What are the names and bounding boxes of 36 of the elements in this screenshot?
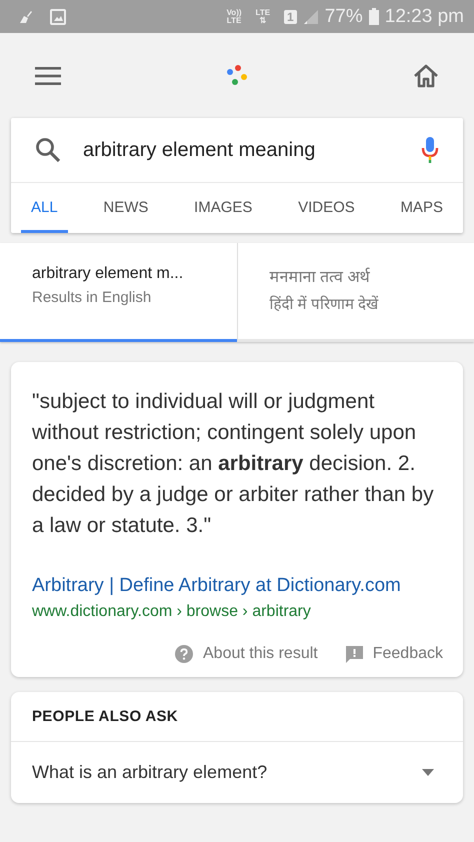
search-tab[interactable]: IMAGES — [184, 183, 262, 233]
question-text: What is an arbitrary element? — [32, 762, 268, 783]
language-tab[interactable]: मनमाना तत्व अर्थ हिंदी में परिणाम देखें — [236, 243, 474, 342]
language-tab-subtitle: Results in English — [32, 289, 152, 306]
cleaner-icon — [18, 10, 34, 24]
search-field[interactable]: arbitrary element meaning — [83, 138, 399, 162]
answer-text: "subject to individual will or judgment without restriction; contingent solely upon one's discretion: an arbitrary decision. 2. decided by a judge or arbiter rather than by a law or statute. 3." — [32, 389, 435, 539]
language-tab[interactable]: arbitrary element m... Results in English — [0, 243, 236, 342]
assistant-dots-icon — [226, 64, 248, 86]
signal-icon — [302, 8, 319, 24]
battery-percent: 77% — [324, 6, 363, 28]
result-url: www.dictionary.com › browse › arbitrary — [32, 603, 312, 621]
sim-indicator: 1 — [284, 10, 297, 24]
clock: 12:23 pm — [384, 6, 464, 28]
question-row[interactable]: What is an arbitrary element? — [11, 742, 463, 803]
feedback-icon[interactable] — [346, 646, 363, 662]
lte-indicator: LTE ⇅ — [256, 8, 270, 24]
search-icon[interactable] — [35, 137, 61, 163]
about-result-link[interactable]: About this result — [203, 645, 318, 663]
result-link[interactable]: Arbitrary | Define Arbitrary at Dictionary.com — [32, 575, 443, 597]
menu-icon[interactable] — [35, 66, 61, 84]
search-tab[interactable]: VIDEOS — [288, 183, 365, 233]
gallery-icon — [50, 8, 66, 24]
microphone-icon[interactable] — [421, 136, 439, 164]
language-tab-title: मनमाना तत्व अर्थ — [270, 266, 371, 287]
volte-indicator: Vo)) LTE — [226, 8, 242, 24]
search-tab[interactable]: ALL — [21, 183, 68, 233]
help-icon[interactable] — [175, 645, 193, 663]
battery-icon — [368, 8, 379, 25]
language-tab-subtitle: हिंदी में परिणाम देखें — [270, 294, 380, 313]
search-tab[interactable]: MAPS — [390, 183, 453, 233]
section-heading: PEOPLE ALSO ASK — [11, 692, 463, 742]
language-tab-title: arbitrary element m... — [32, 265, 184, 283]
home-icon[interactable] — [412, 64, 440, 88]
feedback-link[interactable]: Feedback — [372, 645, 443, 663]
search-tab[interactable]: NEWS — [93, 183, 158, 233]
